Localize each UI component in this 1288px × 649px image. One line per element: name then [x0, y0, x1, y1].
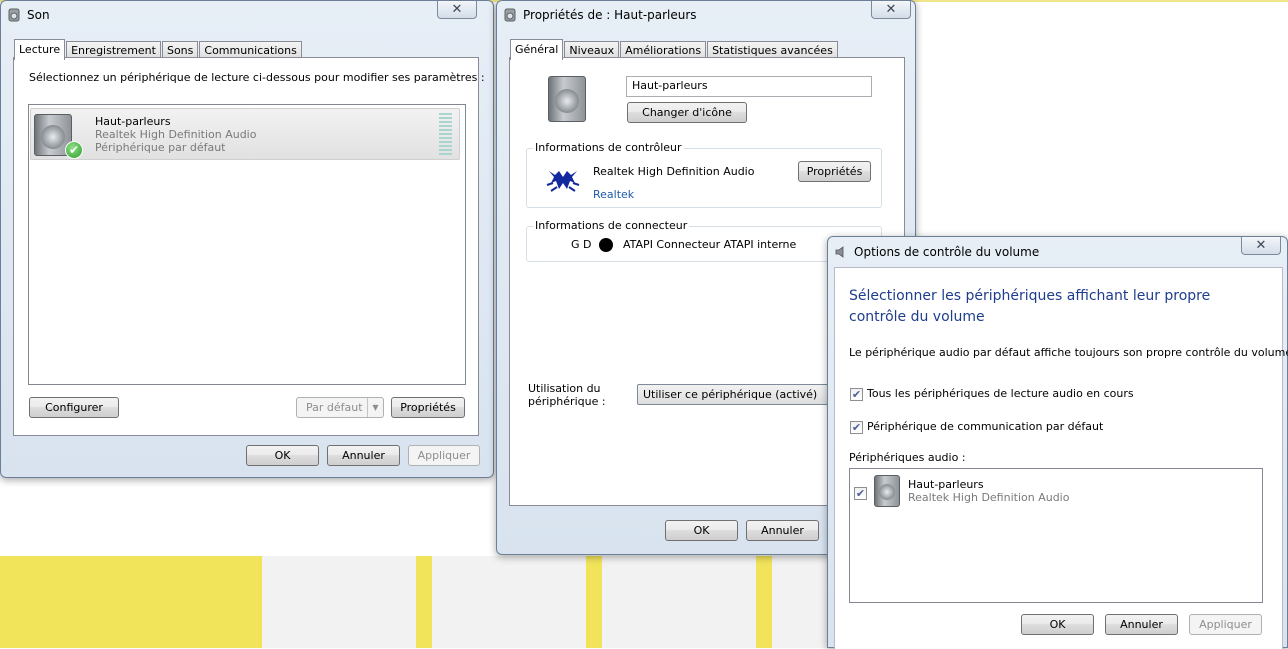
properties-button[interactable]: Propriétés	[391, 397, 465, 418]
controller-name: Realtek High Definition Audio	[593, 165, 755, 178]
jack-color-icon	[599, 238, 613, 252]
default-comm-label: Périphérique de communication par défaut	[867, 420, 1104, 433]
device-status: Périphérique par défaut	[95, 141, 226, 154]
device-driver: Realtek High Definition Audio	[908, 491, 1070, 504]
close-button[interactable]: ✕	[871, 1, 911, 19]
son-window: Son ✕ Lecture Enregistrement Sons Commun…	[0, 0, 494, 478]
window-title: Son	[27, 7, 50, 22]
desktop-background-block	[0, 556, 262, 648]
volume-meter	[439, 113, 453, 155]
desktop-background-block	[416, 556, 432, 648]
device-checkbox[interactable]: ✔	[854, 487, 867, 500]
device-name: Haut-parleurs	[95, 115, 171, 128]
ok-button[interactable]: OK	[1021, 614, 1094, 635]
audio-devices-label: Périphériques audio :	[849, 451, 966, 464]
close-button[interactable]: ✕	[437, 1, 477, 19]
controller-vendor: Realtek	[593, 188, 635, 201]
desktop-background-block	[586, 556, 602, 648]
son-tabs: Lecture Enregistrement Sons Communicatio…	[14, 38, 303, 60]
volume-options-body: Sélectionner les périphériques affichant…	[834, 267, 1288, 649]
device-driver: Realtek High Definition Audio	[95, 128, 257, 141]
properties-titlebar[interactable]: Propriétés de : Haut-parleurs	[497, 1, 915, 28]
desktop-background-block	[432, 556, 586, 648]
speaker-device-icon	[548, 76, 586, 122]
volume-icon	[834, 245, 848, 259]
tab-lecture[interactable]: Lecture	[14, 39, 66, 60]
connector-position: G D	[571, 238, 592, 251]
connector-name: ATAPI Connecteur ATAPI interne	[623, 238, 797, 251]
dialog-heading: Sélectionner les périphériques affichant…	[849, 288, 1211, 325]
desktop-background-block	[262, 556, 416, 648]
close-button[interactable]: ✕	[1241, 237, 1281, 255]
cancel-button[interactable]: Annuler	[327, 445, 400, 466]
desktop-background-block	[602, 556, 756, 648]
dropdown-arrow-icon: ▼	[367, 398, 383, 417]
volume-options-titlebar[interactable]: Options de contrôle du volume	[828, 237, 1287, 267]
set-default-label: Par défaut	[306, 401, 363, 414]
lecture-tab-panel: Sélectionnez un périphérique de lecture …	[13, 57, 485, 436]
volume-options-window: Options de contrôle du volume ✕ Sélectio…	[827, 236, 1288, 649]
ok-button[interactable]: OK	[246, 445, 319, 466]
window-title: Propriétés de : Haut-parleurs	[523, 7, 697, 22]
ok-button[interactable]: OK	[665, 520, 738, 541]
playback-device-list[interactable]: ✔ Haut-parleurs Realtek High Definition …	[28, 104, 466, 385]
default-comm-checkbox[interactable]: ✔	[850, 421, 863, 434]
realtek-crab-icon	[545, 167, 581, 197]
dialog-description: Le périphérique audio par défaut affiche…	[849, 346, 1288, 359]
cancel-button[interactable]: Annuler	[1105, 614, 1178, 635]
connector-info-legend: Informations de connecteur	[533, 219, 690, 232]
device-name-input[interactable]: Haut-parleurs	[626, 76, 872, 97]
controller-properties-button[interactable]: Propriétés	[798, 161, 871, 182]
audio-devices-list[interactable]: ✔ Haut-parleurs Realtek High Definition …	[849, 468, 1263, 603]
device-row-haut-parleurs[interactable]: ✔ Haut-parleurs Realtek High Definition …	[30, 108, 460, 160]
cancel-button[interactable]: Annuler	[746, 520, 819, 541]
all-playback-checkbox[interactable]: ✔	[850, 388, 863, 401]
tab-general[interactable]: Général	[510, 39, 564, 60]
configure-button[interactable]: Configurer	[29, 397, 119, 418]
list-item[interactable]: ✔ Haut-parleurs Realtek High Definition …	[852, 473, 1252, 511]
controller-info-legend: Informations de contrôleur	[533, 141, 684, 154]
speaker-icon	[7, 8, 21, 22]
son-titlebar[interactable]: Son	[1, 1, 493, 28]
instruction-text: Sélectionnez un périphérique de lecture …	[29, 71, 485, 84]
apply-button[interactable]: Appliquer	[408, 445, 480, 466]
speaker-device-icon	[874, 475, 900, 507]
default-check-icon: ✔	[65, 141, 83, 159]
speaker-icon	[503, 8, 517, 22]
apply-button[interactable]: Appliquer	[1189, 614, 1262, 635]
desktop-background-block	[772, 556, 832, 648]
desktop-background-block	[756, 556, 772, 648]
usage-label: Utilisation du périphérique :	[528, 382, 606, 408]
controller-info-group: Informations de contrôleur Realtek High …	[526, 141, 882, 208]
usage-select-value: Utiliser ce périphérique (activé)	[643, 388, 818, 401]
set-default-button[interactable]: Par défaut ▼	[296, 397, 384, 418]
properties-tabs: Général Niveaux Améliorations Statistiqu…	[510, 38, 839, 60]
usage-select[interactable]: Utiliser ce périphérique (activé)	[637, 384, 847, 405]
all-playback-label: Tous les périphériques de lecture audio …	[867, 387, 1134, 400]
device-name: Haut-parleurs	[908, 478, 984, 491]
change-icon-button[interactable]: Changer d'icône	[627, 102, 747, 123]
window-title: Options de contrôle du volume	[854, 245, 1040, 259]
